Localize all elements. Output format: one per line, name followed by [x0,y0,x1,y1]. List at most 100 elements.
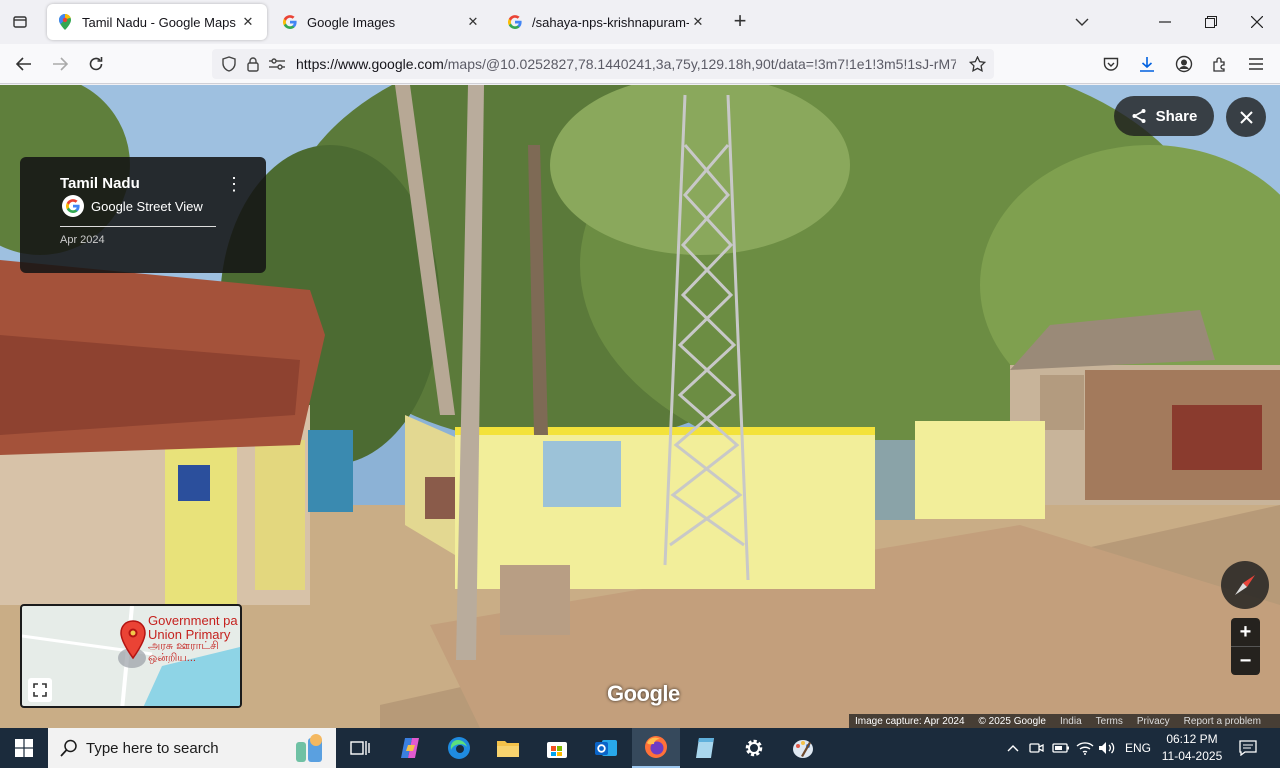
google-g-icon [62,195,84,217]
tab-list-icon [13,16,27,28]
minimize-button[interactable] [1151,8,1179,36]
share-icon [1131,108,1147,124]
location-info-card: Tamil Nadu ⋮ Google Street View Apr 2024 [20,157,266,273]
paint-app[interactable] [779,728,827,768]
notepad-icon [696,738,714,758]
show-hidden-icons-button[interactable] [1003,728,1023,768]
place-name: Tamil Nadu [60,175,140,192]
tab-sahaya-nps[interactable]: /sahaya-nps-krishnapuram-colo ✕ [497,4,717,40]
list-all-tabs-button[interactable] [8,10,32,34]
country-link[interactable]: India [1060,716,1082,727]
notification-center-button[interactable] [1234,728,1262,768]
minimap-place-title: Government pa Union Primary [148,614,238,642]
file-explorer-app[interactable] [484,728,532,768]
copyright-text: © 2025 Google [978,715,1046,727]
lock-icon[interactable] [242,53,264,75]
street-view-provider[interactable]: Google Street View [62,195,203,217]
compass-button[interactable] [1221,561,1269,609]
app-menu-icon[interactable] [1244,52,1268,76]
shield-icon[interactable] [218,53,240,75]
tab-close-icon[interactable]: ✕ [239,13,257,31]
capture-date[interactable]: Apr 2024 [60,234,105,246]
url-path: /maps/@10.0252827,78.1440241,3a,75y,129.… [443,56,956,72]
minimap-subtitle-line-2: ஒன்றிய... [148,652,196,664]
minimap-place-subtitle: அரசு ஊராட்சி ஒன்றிய... [148,640,219,664]
share-label: Share [1155,107,1198,125]
firefox-icon [645,736,667,758]
arrow-right-icon [53,57,68,71]
new-tab-button[interactable]: + [728,10,752,34]
notification-icon [1239,740,1257,756]
tab-google-maps[interactable]: Tamil Nadu - Google Maps ✕ [47,4,267,40]
firefox-app[interactable] [632,728,680,768]
zoom-out-button[interactable]: − [1231,647,1260,675]
back-button[interactable] [11,51,37,77]
clock-time: 06:12 PM [1166,732,1218,746]
more-options-icon[interactable]: ⋮ [224,173,244,195]
image-capture-date: Image capture: Apr 2024 [855,715,965,727]
settings-app[interactable] [730,728,778,768]
search-icon [60,739,78,757]
divider [60,226,216,227]
restore-button[interactable] [1197,8,1225,36]
copilot-app[interactable] [386,728,434,768]
account-icon[interactable] [1172,52,1196,76]
bookmark-star-icon[interactable] [966,53,988,75]
google-g-icon [507,14,523,30]
meet-now-icon[interactable] [1027,728,1047,768]
close-icon [1239,110,1253,124]
maps-pin-icon [57,14,73,30]
url-host: https://www.google.com [296,56,444,72]
microsoft-store-app[interactable] [533,728,581,768]
tab-title: Tamil Nadu - Google Maps [82,14,236,30]
downloads-icon[interactable] [1135,52,1159,76]
navigation-toolbar: https://www.google.com/maps/@10.0252827,… [0,44,1280,84]
task-view-icon [350,741,370,755]
outlook-icon [595,740,617,756]
arrow-left-icon [16,57,31,71]
copilot-icon [401,738,419,758]
taskbar-search-box[interactable]: Type here to search [48,728,336,768]
minimap-title-line-1: Government pa [148,613,238,628]
pocket-icon[interactable] [1099,52,1123,76]
site-permissions-icon[interactable] [266,53,288,75]
battery-icon[interactable] [1051,728,1071,768]
tab-close-icon[interactable]: ✕ [464,13,482,31]
start-button[interactable] [0,728,48,768]
url-text[interactable]: https://www.google.com/maps/@10.0252827,… [296,56,956,72]
google-watermark: Google [607,681,680,706]
chevron-down-icon[interactable] [1068,8,1096,36]
close-street-view-button[interactable] [1226,97,1266,137]
gear-icon [745,739,763,757]
share-button[interactable]: Share [1114,96,1214,136]
store-icon [547,742,567,758]
edge-app[interactable] [435,728,483,768]
location-pin-icon [120,620,146,660]
outlook-app[interactable] [582,728,630,768]
input-language-indicator[interactable]: ENG [1122,728,1154,768]
address-bar[interactable]: https://www.google.com/maps/@10.0252827,… [212,49,994,79]
minimap[interactable]: Government pa Union Primary அரசு ஊராட்சி… [20,604,242,708]
privacy-link[interactable]: Privacy [1137,716,1170,727]
report-problem-link[interactable]: Report a problem [1184,716,1261,727]
close-window-button[interactable] [1243,8,1271,36]
forward-button[interactable] [47,51,73,77]
tab-title: /sahaya-nps-krishnapuram-colo [532,14,689,30]
task-view-button[interactable] [336,728,384,768]
tab-close-icon[interactable]: ✕ [689,13,707,31]
fullscreen-icon[interactable] [28,678,52,702]
provider-label: Google Street View [91,198,203,214]
volume-icon[interactable] [1097,728,1117,768]
system-clock[interactable]: 06:12 PM 11-04-2025 [1160,731,1224,765]
street-view-panorama[interactable]: Tamil Nadu ⋮ Google Street View Apr 2024… [0,85,1280,728]
reload-button[interactable] [83,51,109,77]
notepad-app[interactable] [681,728,729,768]
paint-palette-icon [793,740,813,758]
attribution-bar: Image capture: Apr 2024 © 2025 Google In… [849,714,1280,728]
extensions-icon[interactable] [1208,52,1232,76]
terms-link[interactable]: Terms [1096,716,1123,727]
zoom-in-button[interactable]: + [1231,618,1260,646]
search-highlight-icon [296,734,322,762]
wifi-icon[interactable] [1075,728,1095,768]
tab-google-images[interactable]: Google Images ✕ [272,4,492,40]
